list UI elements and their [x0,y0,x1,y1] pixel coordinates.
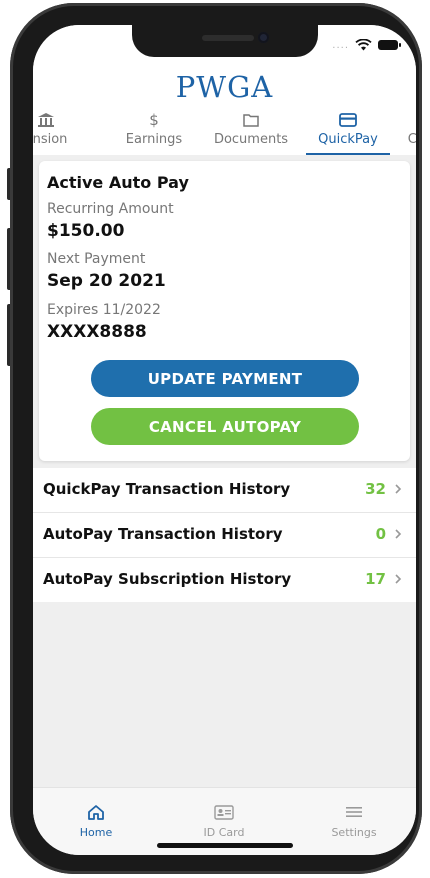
phone-device: PWGA ension $ Earnings [0,0,430,878]
nav-home[interactable]: Home [51,802,141,839]
nav-label: Home [79,826,113,839]
nav-label: ID Card [203,826,245,839]
battery-icon [378,40,401,50]
chevron-right-icon [395,574,402,584]
history-row-autopay-subscriptions[interactable]: AutoPay Subscription History 17 [33,558,416,602]
folder-icon [208,111,294,129]
menu-icon [309,802,399,822]
tab-label: Documents [213,132,289,147]
tab-quickpay[interactable]: QuickPay [306,111,390,155]
chevron-right-icon [395,484,402,494]
tab-label: QuickPay [318,132,378,147]
id-card-icon [179,802,269,822]
row-label: QuickPay Transaction History [43,480,291,498]
card-title: Active Auto Pay [47,173,189,192]
brand-logo: PWGA [175,70,274,104]
autopay-card: Active Auto Pay Recurring Amount $150.00… [39,161,410,461]
history-list: QuickPay Transaction History 32 AutoPay … [33,468,416,602]
chevron-right-icon [395,529,402,539]
history-row-quickpay-transactions[interactable]: QuickPay Transaction History 32 [33,468,416,513]
tab-label: Earnings [125,132,183,147]
row-count: 32 [365,480,386,498]
tab-label: Contact [407,132,416,147]
active-tab-indicator [306,153,390,155]
card-number: XXXX8888 [47,322,147,342]
history-row-autopay-transactions[interactable]: AutoPay Transaction History 0 [33,513,416,558]
tab-contact[interactable]: Contact [396,111,416,153]
status-bar: .... [332,39,401,51]
tab-earnings[interactable]: $ Earnings [117,111,191,153]
row-label: AutoPay Subscription History [43,570,292,588]
front-camera [258,32,269,43]
tab-documents[interactable]: Documents [208,111,294,153]
nav-label: Settings [331,826,377,839]
top-tabs: ension $ Earnings Documents [33,111,416,155]
next-payment-value: Sep 20 2021 [47,271,166,291]
cancel-autopay-button[interactable]: CANCEL AUTOPAY [91,408,359,445]
nav-id-card[interactable]: ID Card [179,802,269,839]
recurring-amount-value: $150.00 [47,221,125,241]
app-screen: PWGA ension $ Earnings [33,25,416,855]
card-icon [306,111,390,129]
bank-icon [33,111,83,129]
home-icon [51,802,141,822]
speaker-grille [202,35,254,41]
row-label: AutoPay Transaction History [43,525,283,543]
chat-icon [396,111,416,129]
tab-label: ension [33,132,68,147]
phone-notch [132,25,318,57]
dollar-icon: $ [149,111,159,129]
row-count: 17 [365,570,386,588]
tab-pension[interactable]: ension [33,111,83,153]
home-indicator[interactable] [157,843,293,848]
update-payment-button[interactable]: UPDATE PAYMENT [91,360,359,397]
next-payment-label: Next Payment [47,251,146,267]
signal-icon: .... [332,39,349,51]
expires-label: Expires 11/2022 [47,302,161,318]
wifi-icon [355,39,372,51]
row-count: 0 [375,525,386,543]
nav-settings[interactable]: Settings [309,802,399,839]
recurring-amount-label: Recurring Amount [47,201,174,217]
